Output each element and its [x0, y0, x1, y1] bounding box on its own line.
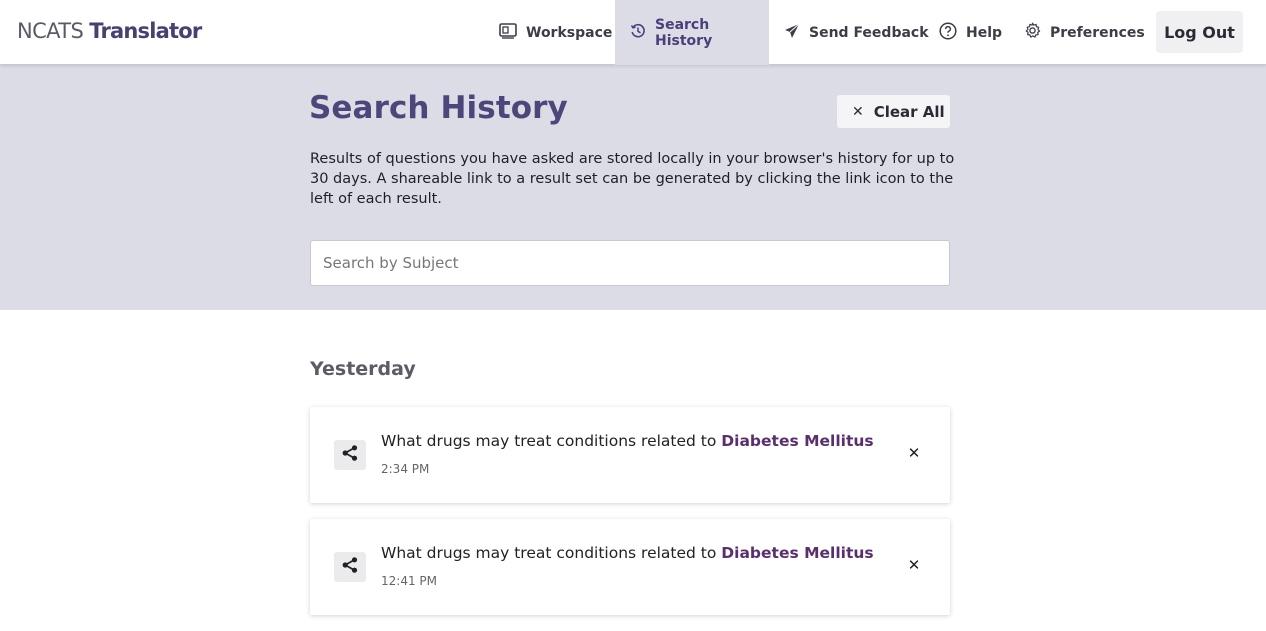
remove-history-item-button[interactable]: ✕ — [906, 442, 922, 464]
ncats-translator-logo[interactable]: NCATS Translator — [17, 19, 202, 45]
share-icon — [341, 556, 359, 578]
nav-workspace[interactable]: Workspace — [499, 0, 612, 65]
history-item-time: 2:34 PM — [381, 462, 430, 476]
nav-send-feedback[interactable]: Send Feedback — [784, 0, 929, 65]
close-icon: ✕ — [907, 444, 921, 462]
history-group-title: Yesterday — [310, 358, 416, 380]
nav-preferences[interactable]: Preferences — [1024, 0, 1145, 65]
nav-help-label: Help — [966, 24, 1003, 41]
gear-icon — [1024, 22, 1050, 43]
top-nav-bar: NCATS Translator Workspace Search Histor… — [0, 0, 1266, 65]
clear-all-label: Clear All — [873, 102, 945, 121]
logo-prefix: NCATS — [17, 19, 84, 43]
nav-workspace-label: Workspace — [526, 24, 613, 41]
clear-all-button[interactable]: ✕ Clear All — [837, 95, 950, 128]
history-item: What drugs may treat conditions related … — [310, 519, 950, 615]
nav-preferences-label: Preferences — [1050, 24, 1145, 41]
question-subject-link[interactable]: Diabetes Mellitus — [721, 432, 873, 450]
history-item-question: What drugs may treat conditions related … — [381, 432, 874, 450]
question-subject-link[interactable]: Diabetes Mellitus — [721, 544, 873, 562]
workspace-icon — [499, 22, 526, 43]
search-by-subject-input[interactable] — [310, 240, 950, 286]
help-icon — [939, 21, 966, 44]
page-description: Results of questions you have asked are … — [310, 151, 955, 207]
log-out-button[interactable]: Log Out — [1156, 11, 1243, 53]
share-icon — [341, 444, 359, 466]
page-title: Search History — [309, 90, 568, 126]
send-icon — [784, 23, 809, 43]
question-text: What drugs may treat conditions related … — [381, 544, 717, 562]
history-item: What drugs may treat conditions related … — [310, 407, 950, 503]
search-history-banner: Search History ✕ Clear All Results of qu… — [0, 65, 1266, 310]
history-item-time: 12:41 PM — [381, 574, 437, 588]
nav-search-history[interactable]: Search History — [615, 0, 769, 65]
share-link-button[interactable] — [334, 552, 366, 582]
close-icon: ✕ — [852, 103, 864, 120]
close-icon: ✕ — [907, 556, 921, 574]
share-link-button[interactable] — [334, 440, 366, 470]
nav-send-feedback-label: Send Feedback — [809, 24, 929, 41]
nav-search-history-label: Search History — [655, 16, 713, 49]
logo-name: Translator — [89, 19, 202, 43]
remove-history-item-button[interactable]: ✕ — [906, 554, 922, 576]
history-icon — [630, 23, 655, 43]
nav-help[interactable]: Help — [939, 0, 1002, 65]
history-item-question: What drugs may treat conditions related … — [381, 544, 874, 562]
question-text: What drugs may treat conditions related … — [381, 432, 717, 450]
